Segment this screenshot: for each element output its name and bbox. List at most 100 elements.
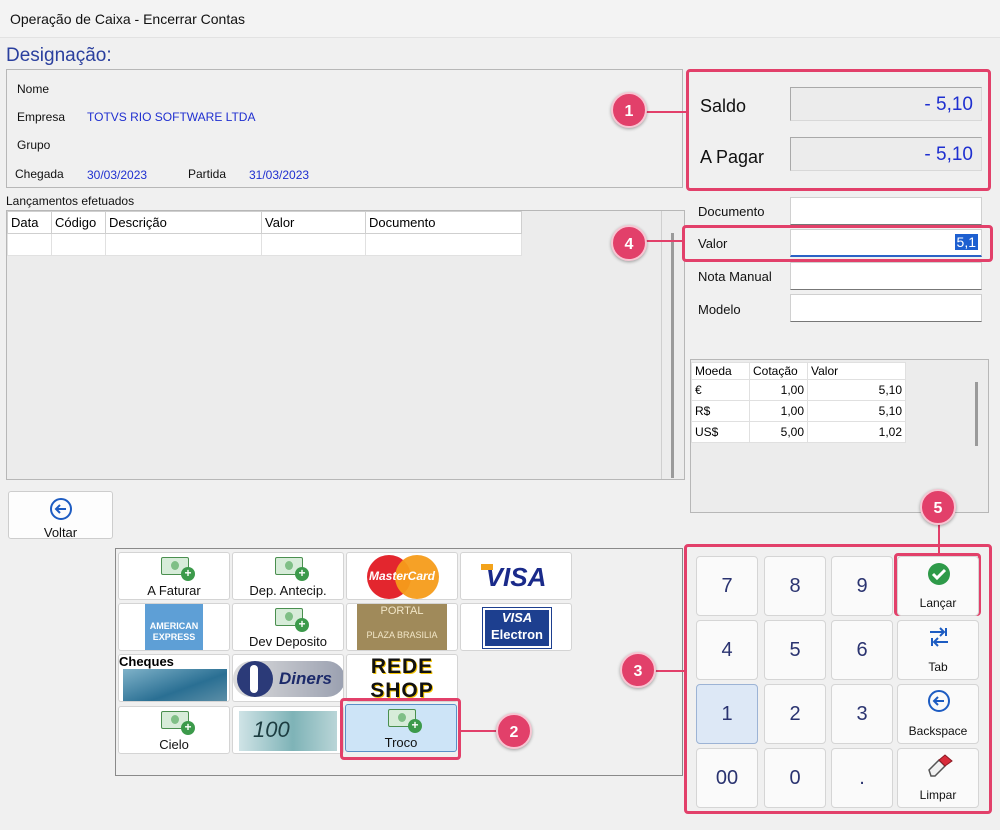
tab-button[interactable]: Tab — [897, 620, 979, 680]
col-moeda-valor[interactable]: Valor — [807, 362, 906, 380]
col-documento[interactable]: Documento — [365, 211, 522, 234]
saldo-value: - 5,10 — [790, 87, 982, 121]
grid-scrollbar[interactable] — [671, 233, 674, 478]
key-2[interactable]: 2 — [764, 684, 826, 744]
pay-cielo[interactable]: + Cielo — [118, 706, 230, 754]
pay-troco[interactable]: + Troco — [345, 704, 457, 752]
pay-rede-shop[interactable]: REDE SHOP — [346, 654, 458, 702]
pay-diners[interactable]: Diners — [232, 654, 344, 702]
pay-mastercard[interactable]: MasterCard — [346, 552, 458, 600]
col-data[interactable]: Data — [7, 211, 52, 234]
visa-logo: VISA — [485, 562, 547, 592]
pay-cheques[interactable]: Cheques — [118, 654, 230, 702]
marker-2: 2 — [496, 713, 532, 749]
cell: 5,10 — [807, 379, 906, 401]
marker-3-line — [654, 670, 686, 672]
col-valor[interactable]: Valor — [261, 211, 366, 234]
pay-amex[interactable]: AMERICAN EXPRESS — [118, 603, 230, 651]
lancamentos-title: Lançamentos efetuados — [6, 194, 135, 208]
pay-label: Troco — [384, 735, 418, 750]
nota-field[interactable] — [790, 262, 982, 290]
diners-mark — [250, 665, 258, 693]
tab-icon — [930, 627, 948, 647]
pay-a-faturar[interactable]: + A Faturar — [118, 552, 230, 600]
backspace-button[interactable]: Backspace — [897, 684, 979, 744]
cheques-label: Cheques — [119, 654, 174, 669]
partida-label: Partida — [188, 167, 227, 181]
pay-visa[interactable]: VISA — [460, 552, 572, 600]
cell: € — [691, 379, 750, 401]
limpar-button[interactable]: Limpar — [897, 748, 979, 808]
marker-1: 1 — [611, 92, 647, 128]
amex-line2: EXPRESS — [152, 632, 196, 642]
key-3[interactable]: 3 — [831, 684, 893, 744]
table-row[interactable] — [7, 233, 522, 256]
apagar-label: A Pagar — [700, 147, 765, 167]
check-icon — [928, 563, 950, 585]
col-codigo[interactable]: Código — [51, 211, 106, 234]
amex-line1: AMERICAN — [149, 621, 199, 631]
valor-field-value: 5,1 — [954, 234, 978, 250]
plus-icon: + — [295, 618, 309, 632]
pay-visa-electron[interactable]: VISA Electron — [460, 603, 572, 651]
modelo-field[interactable] — [790, 294, 982, 322]
portal-line2: PLAZA BRASILIA — [366, 630, 438, 640]
visa-electron-line1: VISA — [501, 610, 533, 625]
limpar-label: Limpar — [919, 788, 957, 802]
plus-icon: + — [181, 567, 195, 581]
cell: 1,00 — [749, 400, 808, 422]
marker-4: 4 — [611, 225, 647, 261]
pay-label: Cielo — [159, 737, 189, 752]
col-cotacao[interactable]: Cotação — [749, 362, 808, 380]
marker-5-line — [938, 522, 940, 554]
key-0[interactable]: 0 — [764, 748, 826, 808]
voltar-button[interactable]: Voltar — [8, 491, 113, 540]
eraser-icon — [928, 754, 953, 777]
table-row[interactable]: US$ 5,00 1,02 — [691, 421, 906, 443]
key-7[interactable]: 7 — [696, 556, 758, 616]
table-row[interactable]: € 1,00 5,10 — [691, 379, 906, 401]
voltar-label: Voltar — [43, 525, 78, 540]
key-6[interactable]: 6 — [831, 620, 893, 680]
cell: US$ — [691, 421, 750, 443]
nota-label: Nota Manual — [698, 269, 772, 284]
visa-electron-line2: Electron — [490, 627, 543, 642]
col-moeda[interactable]: Moeda — [691, 362, 750, 380]
plus-icon: + — [408, 719, 422, 733]
backspace-icon — [928, 690, 950, 712]
key-00[interactable]: 00 — [696, 748, 758, 808]
pay-dep-antecip[interactable]: + Dep. Antecip. — [232, 552, 344, 600]
apagar-value: - 5,10 — [790, 137, 982, 171]
moedas-scrollbar[interactable] — [975, 382, 978, 446]
pay-portal[interactable]: PORTAL PLAZA BRASILIA — [346, 603, 458, 651]
modelo-label: Modelo — [698, 302, 741, 317]
valor-field[interactable]: 5,1 — [790, 229, 982, 257]
table-row[interactable]: R$ 1,00 5,10 — [691, 400, 906, 422]
visa-accent — [481, 564, 493, 570]
key-dot[interactable]: . — [831, 748, 893, 808]
backspace-label: Backspace — [908, 724, 968, 738]
plus-icon: + — [295, 567, 309, 581]
plus-icon: + — [181, 721, 195, 735]
col-descricao[interactable]: Descrição — [105, 211, 262, 234]
key-5[interactable]: 5 — [764, 620, 826, 680]
key-4[interactable]: 4 — [696, 620, 758, 680]
pay-label: Dev Deposito — [248, 634, 328, 649]
lancamentos-grid[interactable]: Data Código Descrição Valor Documento — [6, 210, 685, 480]
moedas-table: Moeda Cotação Valor € 1,00 5,10 R$ 1,00 … — [691, 362, 906, 443]
key-8[interactable]: 8 — [764, 556, 826, 616]
back-arrow-icon — [50, 498, 72, 520]
pay-cash-note[interactable]: 100 — [232, 706, 344, 754]
cell: 5,10 — [807, 400, 906, 422]
documento-field[interactable] — [790, 197, 982, 225]
marker-4-line — [646, 240, 684, 242]
portal-line1: PORTAL — [380, 605, 424, 617]
pay-dev-deposito[interactable]: + Dev Deposito — [232, 603, 344, 651]
lancar-label: Lançar — [919, 596, 957, 610]
banknote-value: 100 — [253, 717, 290, 742]
documento-label: Documento — [698, 204, 765, 219]
key-9[interactable]: 9 — [831, 556, 893, 616]
lancar-button[interactable]: Lançar — [897, 556, 979, 616]
tab-label: Tab — [928, 660, 948, 674]
key-1[interactable]: 1 — [696, 684, 758, 744]
